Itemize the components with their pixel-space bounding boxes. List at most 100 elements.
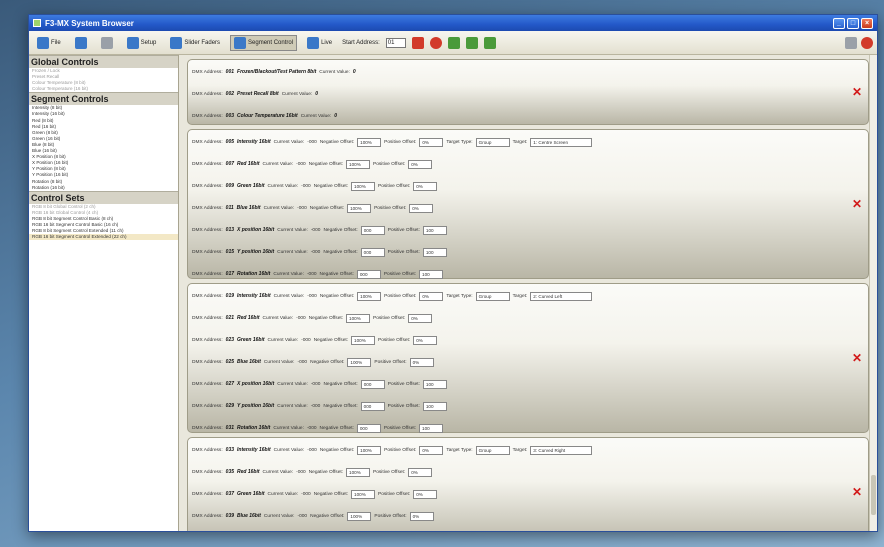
positive-offset-input[interactable]: 0%	[413, 489, 438, 499]
negative-offset-input[interactable]: 000	[360, 401, 385, 411]
negative-offset-input[interactable]: 100%	[351, 489, 376, 499]
live-button[interactable]: Live	[303, 35, 336, 51]
current-value-label: Current Value:	[277, 249, 308, 255]
control-row: DMX Address: 021 Red 16bit Current Value: -0…	[192, 307, 864, 329]
start-address-select[interactable]: 01	[385, 37, 406, 48]
negative-offset-input[interactable]: 000	[360, 247, 385, 257]
sidebar-item[interactable]: RGB 16 bit Segment Control Extended (22 …	[29, 234, 178, 241]
negative-offset-input[interactable]: 000	[360, 225, 385, 235]
global-control-group: DMX Address: 001 Frozen/Blackout/Test Patt…	[187, 59, 869, 125]
negative-offset-input[interactable]: 100%	[347, 511, 372, 521]
dmx-address-value: 007	[225, 161, 235, 167]
positive-offset-input[interactable]: 100	[422, 247, 447, 257]
positive-offset-input[interactable]: 100	[422, 401, 447, 411]
delete-group-icon[interactable]: ✕	[852, 197, 862, 211]
positive-offset-input[interactable]: 100	[422, 225, 447, 235]
dmx-address-value: 025	[225, 359, 235, 365]
slider-faders-button[interactable]: Slider Faders	[166, 35, 224, 51]
dmx-address-value: 015	[225, 249, 235, 255]
setup-button[interactable]: Setup	[123, 35, 161, 51]
positive-offset-input[interactable]: 100	[419, 423, 444, 433]
segment-control-button[interactable]: Segment Control	[230, 34, 298, 51]
negative-offset-label: Negative Offset:	[308, 315, 344, 321]
negative-offset-input[interactable]: 000	[356, 423, 381, 433]
dmx-address-label: DMX Address:	[192, 227, 223, 233]
minimize-button[interactable]: _	[833, 17, 845, 29]
target-type-select[interactable]: Group	[475, 291, 510, 301]
control-row: DMX Address: 023 Green 16bit Current Value:…	[192, 329, 864, 351]
refresh-button[interactable]	[71, 35, 91, 51]
delete-group-icon[interactable]: ✕	[852, 85, 862, 99]
negative-offset-input[interactable]: 100%	[357, 137, 382, 147]
positive-offset-input[interactable]: 0%	[408, 159, 433, 169]
positive-offset-input[interactable]: 0%	[408, 313, 433, 323]
dmx-address-label: DMX Address:	[192, 293, 223, 299]
negative-offset-input[interactable]: 100%	[347, 203, 372, 213]
negative-offset-input[interactable]: 100%	[357, 291, 382, 301]
stop-icon[interactable]	[861, 36, 873, 49]
current-value-label: Current Value:	[277, 403, 308, 409]
delete-group-icon[interactable]: ✕	[852, 485, 862, 499]
control-name: Intensity 16bit	[237, 447, 271, 453]
control-name: Y position 16bit	[237, 403, 275, 409]
globe-icon[interactable]	[429, 36, 442, 49]
target-select[interactable]: 2: Curved Left	[530, 291, 593, 301]
negative-offset-input[interactable]: 100%	[346, 467, 371, 477]
document-button[interactable]	[97, 35, 117, 51]
positive-offset-input[interactable]: 0%	[419, 445, 444, 455]
app-icon	[33, 19, 41, 27]
wave-icon[interactable]	[845, 36, 857, 49]
positive-offset-input[interactable]: 0%	[413, 335, 438, 345]
negative-offset-label: Negative Offset:	[323, 403, 358, 409]
plug-icon[interactable]	[483, 36, 496, 49]
file-button[interactable]: File	[33, 35, 65, 51]
target-select[interactable]: 1: Centre Screen	[530, 137, 593, 147]
control-row: DMX Address: 009 Green 16bit Current Value:…	[192, 175, 864, 197]
flag-icon[interactable]	[411, 36, 424, 49]
main-panel: DMX Address: 001 Frozen/Blackout/Test Patt…	[179, 55, 877, 531]
maximize-button[interactable]: □	[847, 17, 859, 29]
positive-offset-input[interactable]: 0%	[419, 137, 444, 147]
positive-offset-input[interactable]: 100	[422, 379, 447, 389]
delete-group-icon[interactable]: ✕	[852, 351, 862, 365]
current-value: -000	[301, 337, 311, 343]
positive-offset-label: Positive Offset:	[373, 315, 406, 321]
current-value: -000	[310, 403, 321, 409]
vertical-scrollbar[interactable]	[869, 55, 877, 531]
wrench-icon[interactable]	[465, 36, 478, 49]
negative-offset-input[interactable]: 000	[360, 379, 385, 389]
negative-offset-input[interactable]: 000	[356, 269, 381, 279]
dmx-address-value: 003	[225, 113, 235, 119]
positive-offset-input[interactable]: 100	[419, 269, 444, 279]
positive-offset-input[interactable]: 0%	[409, 203, 434, 213]
scrollbar-thumb[interactable]	[871, 475, 876, 515]
tool-icon[interactable]	[447, 36, 460, 49]
target-type-select[interactable]: Group	[475, 137, 510, 147]
current-value-label: Current Value:	[262, 469, 294, 475]
dmx-address-label: DMX Address:	[192, 183, 223, 189]
positive-offset-label: Positive Offset:	[384, 447, 417, 453]
positive-offset-label: Positive Offset:	[387, 227, 420, 233]
negative-offset-input[interactable]: 100%	[346, 313, 371, 323]
positive-offset-input[interactable]: 0%	[408, 467, 433, 477]
negative-offset-label: Negative Offset:	[319, 425, 354, 431]
close-button[interactable]: ×	[861, 17, 873, 29]
negative-offset-input[interactable]: 100%	[351, 335, 376, 345]
positive-offset-input[interactable]: 0%	[419, 291, 444, 301]
positive-offset-input[interactable]: 0%	[409, 511, 434, 521]
positive-offset-label: Positive Offset:	[387, 381, 420, 387]
negative-offset-input[interactable]: 100%	[351, 181, 376, 191]
target-type-select[interactable]: Group	[475, 445, 510, 455]
control-name: Colour Temperature 16bit	[237, 113, 298, 119]
negative-offset-input[interactable]: 100%	[357, 445, 382, 455]
negative-offset-input[interactable]: 100%	[346, 159, 371, 169]
control-name: Blue 16bit	[236, 205, 261, 211]
positive-offset-input[interactable]: 0%	[413, 181, 438, 191]
sidebar-section-title: Global Controls	[29, 55, 178, 68]
control-name: Green 16bit	[237, 491, 265, 497]
positive-offset-input[interactable]: 0%	[409, 357, 434, 367]
control-row: DMX Address: 039 Blue 16bit Current Value: -…	[192, 505, 864, 527]
negative-offset-input[interactable]: 100%	[347, 357, 372, 367]
target-select[interactable]: 3: Curved Right	[530, 445, 593, 455]
current-value-label: Current Value:	[267, 491, 299, 497]
